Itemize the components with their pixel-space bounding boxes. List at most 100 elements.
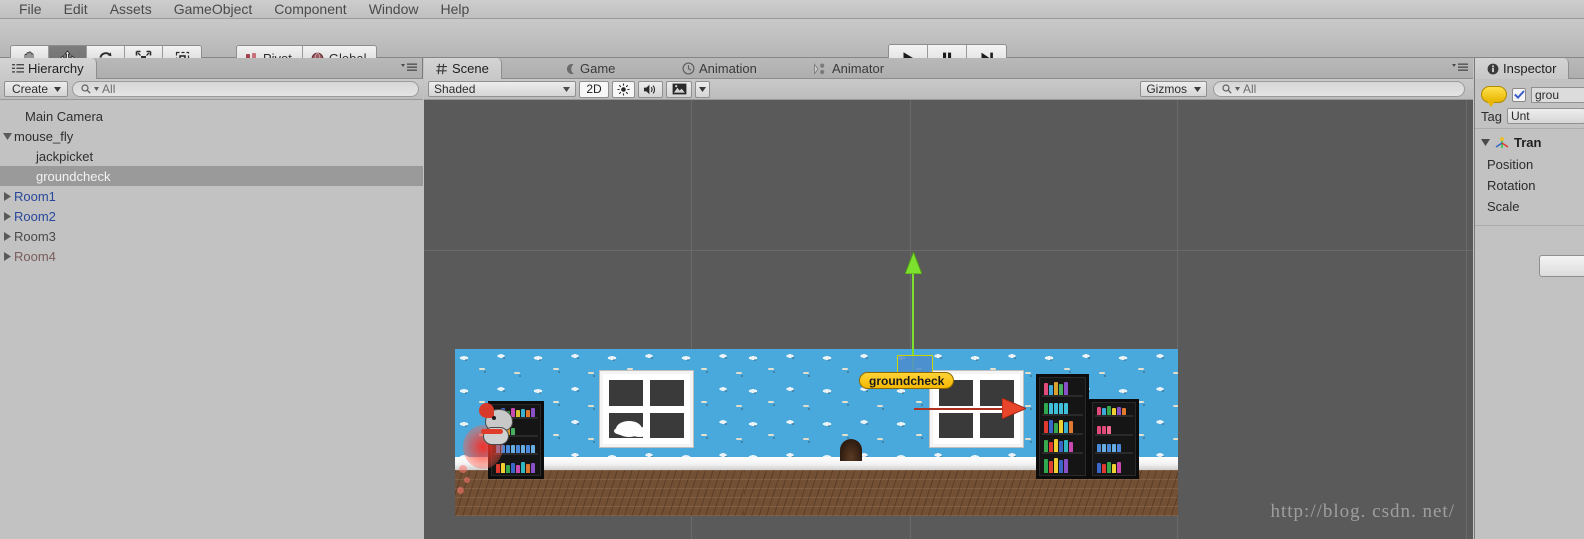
room-left[interactable] bbox=[455, 349, 744, 516]
bookshelf-tall bbox=[1036, 374, 1089, 479]
scene-viewport[interactable]: groundcheck http://blog. csdn. net/ bbox=[424, 100, 1473, 539]
toggle-effects-button[interactable] bbox=[666, 80, 692, 98]
shading-mode-dropdown[interactable]: Shaded bbox=[428, 81, 576, 97]
hash-icon bbox=[436, 63, 447, 74]
shelf-row bbox=[1042, 380, 1083, 397]
effects-dropdown-button[interactable] bbox=[695, 80, 710, 98]
shelf-row bbox=[494, 461, 538, 473]
mouse-character[interactable] bbox=[463, 403, 517, 469]
create-label: Create bbox=[12, 82, 49, 96]
tab-hierarchy-label: Hierarchy bbox=[28, 61, 84, 76]
object-enabled-checkbox[interactable] bbox=[1512, 87, 1526, 102]
gizmo-y-axis-arrow[interactable] bbox=[905, 252, 922, 274]
scene-search-value: All bbox=[1243, 82, 1257, 96]
tab-game[interactable]: Game bbox=[552, 58, 627, 79]
hierarchy-item-label: Room1 bbox=[14, 188, 56, 204]
grid-line-vertical bbox=[1466, 100, 1467, 539]
room-right[interactable] bbox=[744, 349, 1178, 516]
toggle-2d-label: 2D bbox=[586, 82, 602, 96]
scene-panel: Scene Game Animation Animator Shaded 2D … bbox=[424, 58, 1473, 539]
main-toolbar: Pivot Global bbox=[0, 19, 1584, 72]
inspector-panel: Inspector grou Tag Unt Tran Position Rot… bbox=[1474, 58, 1584, 539]
hierarchy-item-room4[interactable]: Room4 bbox=[0, 246, 423, 266]
hierarchy-search-input[interactable]: All bbox=[72, 81, 419, 97]
gamepad-icon bbox=[566, 63, 574, 74]
window bbox=[600, 371, 693, 447]
tag-dropdown[interactable]: Unt bbox=[1506, 108, 1584, 124]
foldout-closed-icon[interactable] bbox=[0, 251, 14, 261]
foldout-open-icon[interactable] bbox=[1481, 139, 1490, 146]
hierarchy-item-jackpicket[interactable]: jackpicket bbox=[0, 146, 423, 166]
scene-tabrow: Scene Game Animation Animator bbox=[424, 58, 1473, 79]
search-icon bbox=[1222, 84, 1232, 94]
gizmo-object-label[interactable]: groundcheck bbox=[859, 372, 955, 389]
window-pane bbox=[650, 380, 684, 406]
mouse-scarf bbox=[481, 429, 503, 434]
tab-animator[interactable]: Animator bbox=[802, 58, 896, 79]
hierarchy-tabrow: Hierarchy bbox=[0, 58, 422, 79]
hierarchy-icon bbox=[12, 64, 24, 73]
mouse-hole bbox=[840, 439, 862, 461]
scene-toolbar: Shaded 2D Gizmos All bbox=[424, 79, 1473, 100]
menu-item-window[interactable]: Window bbox=[358, 0, 430, 19]
chevron-down-icon bbox=[699, 86, 706, 92]
create-button[interactable]: Create bbox=[4, 81, 69, 97]
image-icon bbox=[672, 83, 686, 95]
toggle-lighting-button[interactable] bbox=[612, 80, 635, 98]
tab-animation[interactable]: Animation bbox=[670, 58, 769, 79]
window-pane bbox=[939, 412, 973, 438]
menu-item-edit[interactable]: Edit bbox=[53, 0, 99, 19]
shading-mode-value: Shaded bbox=[434, 82, 476, 96]
chevron-down-icon bbox=[54, 86, 62, 92]
transform-position-label[interactable]: Position bbox=[1475, 154, 1584, 175]
tab-scene[interactable]: Scene bbox=[424, 58, 502, 79]
cloud-decoration bbox=[616, 421, 642, 437]
tab-inspector[interactable]: Inspector bbox=[1475, 58, 1570, 79]
hierarchy-item-mouse-fly[interactable]: mouse_fly bbox=[0, 126, 423, 146]
hierarchy-item-main-camera[interactable]: Main Camera bbox=[0, 106, 423, 126]
hierarchy-item-room1[interactable]: Room1 bbox=[0, 186, 423, 206]
clock-icon bbox=[682, 62, 695, 75]
toggle-2d-button[interactable]: 2D bbox=[579, 80, 609, 98]
menu-item-component[interactable]: Component bbox=[263, 0, 357, 19]
transform-rotation-label[interactable]: Rotation bbox=[1475, 175, 1584, 196]
object-name-field[interactable]: grou bbox=[1531, 86, 1584, 103]
animator-icon bbox=[814, 62, 825, 75]
particle bbox=[457, 487, 464, 494]
inspector-object-header: grou bbox=[1475, 80, 1584, 107]
tab-scene-label: Scene bbox=[452, 61, 489, 76]
scene-search-input[interactable]: All bbox=[1213, 81, 1465, 97]
scene-panel-menu-icon[interactable] bbox=[1452, 62, 1468, 74]
hierarchy-panel: Hierarchy Create All Main Camera mouse_f… bbox=[0, 58, 423, 539]
gizmo-x-axis-arrow[interactable] bbox=[1002, 398, 1026, 419]
foldout-closed-icon[interactable] bbox=[0, 211, 14, 221]
tab-hierarchy[interactable]: Hierarchy bbox=[0, 58, 97, 79]
search-filter-chevron-icon bbox=[94, 87, 100, 91]
grid-line-horizontal bbox=[424, 250, 1473, 251]
menu-item-file[interactable]: File bbox=[8, 0, 53, 19]
shelf-row bbox=[1042, 418, 1083, 435]
hierarchy-item-label: mouse_fly bbox=[14, 128, 74, 144]
add-component-button[interactable] bbox=[1539, 255, 1584, 277]
hierarchy-panel-menu-icon[interactable] bbox=[401, 62, 417, 74]
menu-item-gameobject[interactable]: GameObject bbox=[163, 0, 264, 19]
menu-item-help[interactable]: Help bbox=[429, 0, 480, 19]
hierarchy-item-room2[interactable]: Room2 bbox=[0, 206, 423, 226]
shelf-row bbox=[1095, 424, 1133, 436]
bookshelf-short bbox=[1089, 399, 1139, 479]
transform-component-header[interactable]: Tran bbox=[1475, 128, 1584, 154]
hierarchy-item-label: Room3 bbox=[14, 228, 56, 244]
shelf-row bbox=[1042, 456, 1083, 473]
hierarchy-item-room3[interactable]: Room3 bbox=[0, 226, 423, 246]
shelf-row bbox=[1095, 442, 1133, 455]
toggle-audio-button[interactable] bbox=[638, 80, 663, 98]
particle bbox=[464, 477, 470, 483]
transform-scale-label[interactable]: Scale bbox=[1475, 196, 1584, 217]
foldout-closed-icon[interactable] bbox=[0, 191, 14, 201]
foldout-open-icon[interactable] bbox=[0, 132, 14, 140]
hierarchy-tree[interactable]: Main Camera mouse_fly jackpicket groundchec… bbox=[0, 100, 423, 539]
hierarchy-item-groundcheck[interactable]: groundcheck bbox=[0, 166, 423, 186]
gizmos-dropdown-button[interactable]: Gizmos bbox=[1140, 81, 1207, 97]
foldout-closed-icon[interactable] bbox=[0, 231, 14, 241]
menu-item-assets[interactable]: Assets bbox=[99, 0, 163, 19]
